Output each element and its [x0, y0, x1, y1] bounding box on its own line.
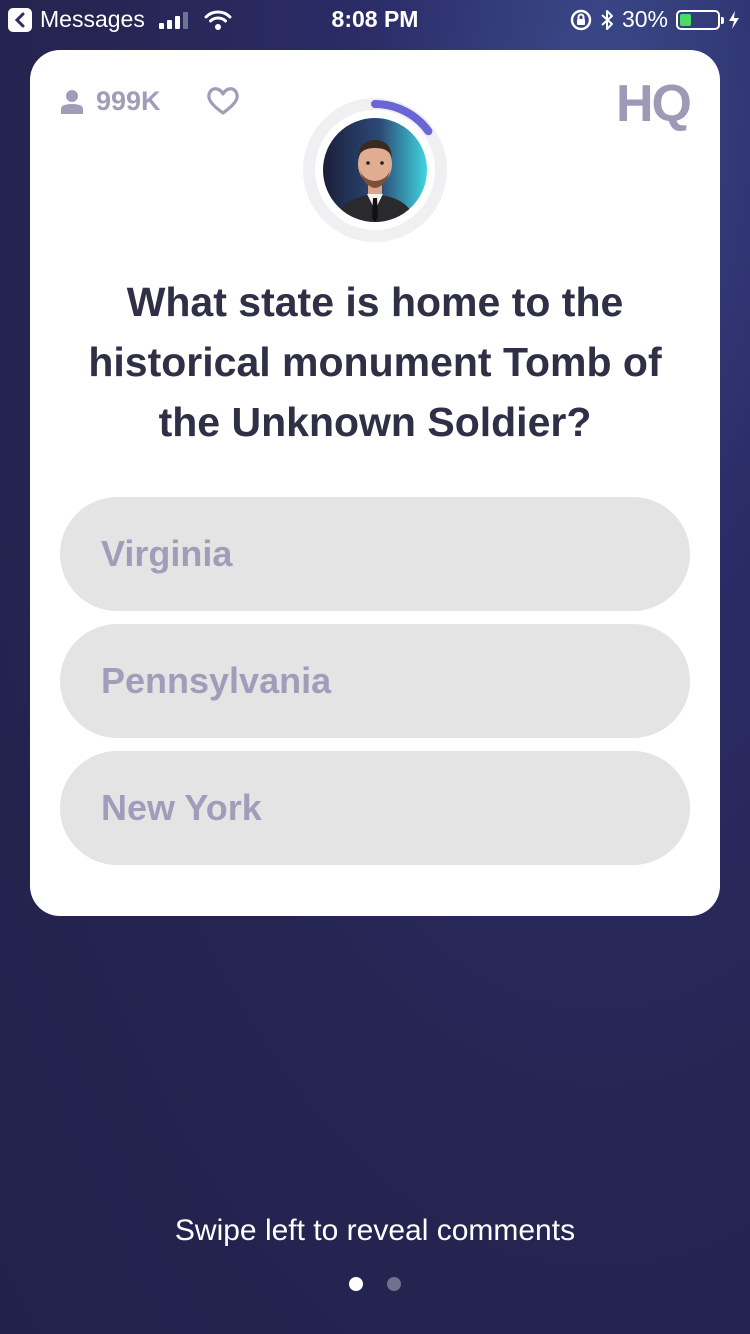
- page-indicator[interactable]: [0, 1277, 750, 1291]
- answer-option[interactable]: Pennsylvania: [60, 624, 690, 738]
- answer-option[interactable]: New York: [60, 751, 690, 865]
- battery-percent: 30%: [621, 6, 668, 32]
- rotation-lock-icon: [570, 9, 592, 30]
- answer-option[interactable]: Virginia: [60, 497, 690, 611]
- countdown-timer: [303, 98, 447, 242]
- battery-fill: [680, 13, 691, 26]
- viewer-count: 999K: [60, 86, 161, 117]
- bluetooth-icon: [601, 9, 613, 30]
- person-icon: [61, 89, 83, 114]
- question-card: 999K HQ What state is home to the histor…: [30, 50, 720, 916]
- host-avatar: [323, 118, 427, 222]
- charging-icon: [729, 10, 739, 29]
- viewer-count-value: 999K: [96, 86, 161, 116]
- page-dot[interactable]: [349, 1277, 363, 1291]
- answer-list: Virginia Pennsylvania New York: [60, 497, 690, 878]
- hq-logo: HQ: [616, 75, 692, 133]
- status-bar: Messages 8:08 PM 30%: [0, 0, 750, 40]
- heart-icon[interactable]: [206, 86, 240, 116]
- page-dot[interactable]: [387, 1277, 401, 1291]
- battery-icon: [676, 9, 724, 30]
- status-right: 30%: [570, 6, 740, 33]
- swipe-hint: Swipe left to reveal comments: [174, 1214, 576, 1247]
- question-text: What state is home to the historical mon…: [88, 279, 662, 445]
